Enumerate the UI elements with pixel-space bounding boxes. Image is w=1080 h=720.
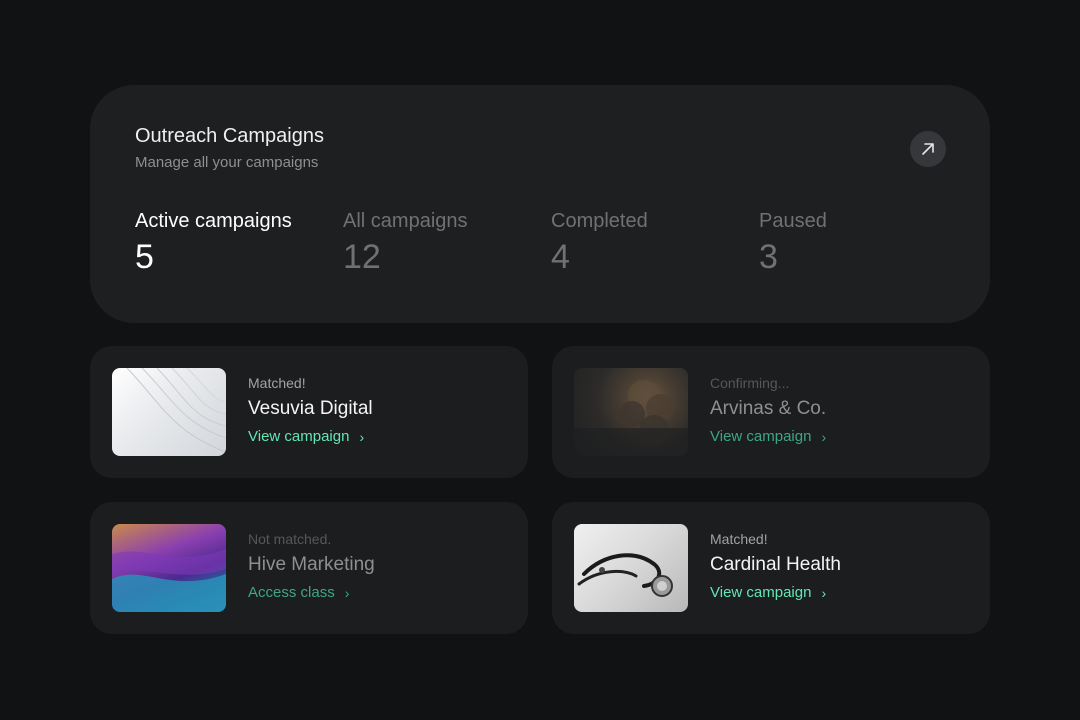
campaign-name: Hive Marketing bbox=[248, 554, 375, 575]
stethoscope-image bbox=[577, 553, 673, 597]
stat-paused[interactable]: Paused 3 bbox=[759, 209, 967, 277]
campaign-card-cardinal: Matched! Cardinal Health View campaign › bbox=[552, 502, 990, 634]
link-label: View campaign bbox=[710, 428, 812, 445]
stat-label: Paused bbox=[759, 210, 827, 232]
campaign-status: Confirming... bbox=[710, 375, 790, 391]
campaign-thumbnail bbox=[574, 524, 688, 612]
card-text: Not matched. Hive Marketing Access class… bbox=[248, 530, 375, 603]
campaign-card-hive: Not matched. Hive Marketing Access class… bbox=[90, 502, 528, 634]
campaign-card-vesuvia: Matched! Vesuvia Digital View campaign › bbox=[90, 346, 528, 478]
foliage-image bbox=[574, 380, 688, 456]
campaign-status: Matched! bbox=[248, 375, 306, 391]
gradient-waves-image bbox=[112, 549, 226, 612]
stat-value: 12 bbox=[343, 238, 381, 276]
campaign-thumbnail bbox=[112, 368, 226, 456]
page-title: Outreach Campaigns bbox=[135, 125, 324, 147]
link-label: View campaign bbox=[710, 584, 812, 601]
stat-all-campaigns[interactable]: All campaigns 12 bbox=[343, 209, 551, 277]
view-campaign-link[interactable]: View campaign › bbox=[710, 427, 826, 447]
stat-label: Completed bbox=[551, 210, 648, 232]
view-campaign-link[interactable]: View campaign › bbox=[710, 583, 826, 603]
stat-active-campaigns[interactable]: Active campaigns 5 bbox=[135, 209, 343, 277]
campaign-status: Matched! bbox=[710, 531, 768, 547]
campaign-name: Cardinal Health bbox=[710, 554, 841, 575]
page-subtitle: Manage all your campaigns bbox=[135, 154, 319, 171]
campaign-name: Vesuvia Digital bbox=[248, 398, 373, 419]
stat-label: Active campaigns bbox=[135, 210, 292, 232]
card-text: Matched! Cardinal Health View campaign › bbox=[710, 530, 841, 603]
open-campaigns-button[interactable] bbox=[910, 131, 946, 167]
chevron-right-icon: › bbox=[359, 429, 365, 445]
card-text: Confirming... Arvinas & Co. View campaig… bbox=[710, 374, 826, 447]
stats-row: Active campaigns 5 All campaigns 12 Comp… bbox=[135, 209, 967, 277]
campaign-card-arvinas: Confirming... Arvinas & Co. View campaig… bbox=[552, 346, 990, 478]
stat-completed[interactable]: Completed 4 bbox=[551, 209, 759, 277]
link-label: Access class bbox=[248, 584, 335, 601]
arrow-up-right-icon bbox=[922, 143, 934, 155]
access-class-link[interactable]: Access class › bbox=[248, 583, 349, 603]
wave-pattern-image bbox=[126, 368, 226, 453]
campaign-thumbnail bbox=[112, 524, 226, 612]
campaign-thumbnail bbox=[574, 368, 688, 456]
stat-value: 4 bbox=[551, 238, 570, 276]
chevron-right-icon: › bbox=[821, 429, 827, 445]
stat-value: 5 bbox=[135, 238, 154, 276]
campaign-status: Not matched. bbox=[248, 531, 332, 547]
link-label: View campaign bbox=[248, 428, 350, 445]
card-text: Matched! Vesuvia Digital View campaign › bbox=[248, 374, 373, 447]
campaigns-summary-panel: Outreach Campaigns Manage all your campa… bbox=[90, 85, 990, 323]
chevron-right-icon: › bbox=[344, 585, 350, 601]
stat-label: All campaigns bbox=[343, 210, 468, 232]
chevron-right-icon: › bbox=[821, 585, 827, 601]
view-campaign-link[interactable]: View campaign › bbox=[248, 427, 364, 447]
stat-value: 3 bbox=[759, 238, 778, 276]
campaign-name: Arvinas & Co. bbox=[710, 398, 827, 419]
